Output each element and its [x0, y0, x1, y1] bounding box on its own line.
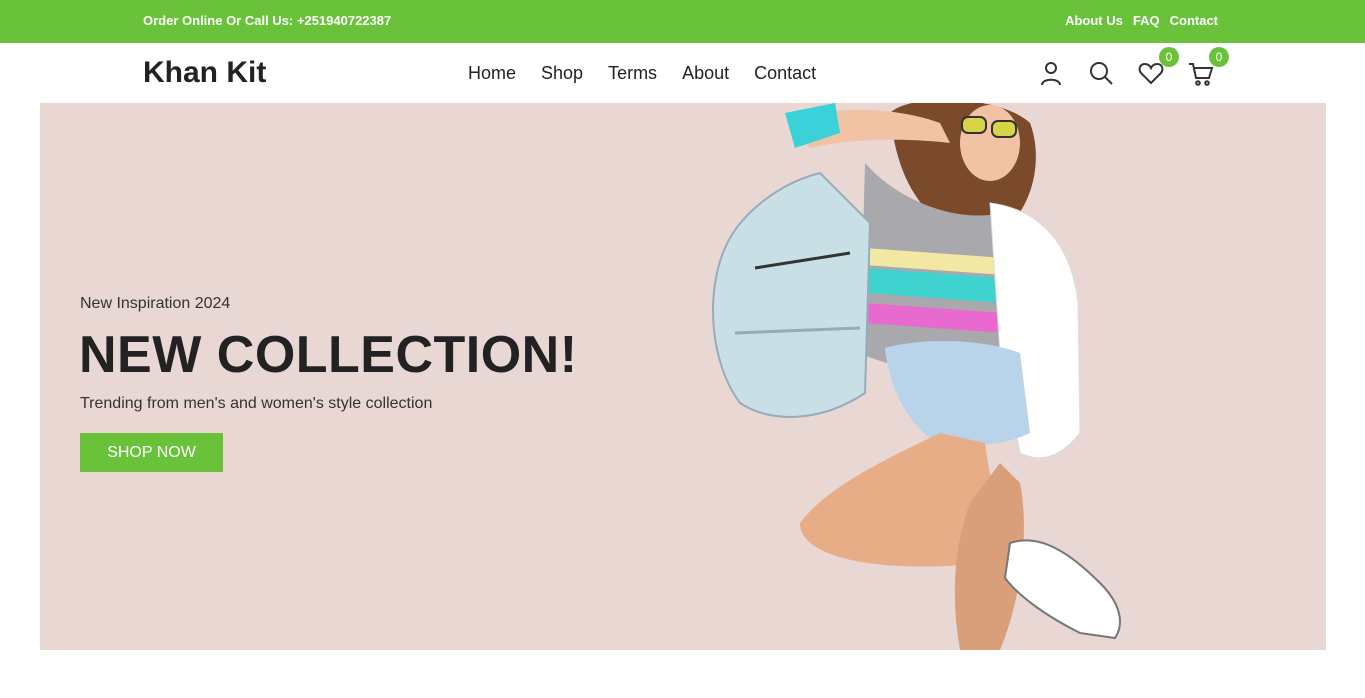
site-header: Khan Kit Home Shop Terms About Contact 0	[0, 43, 1365, 103]
nav-contact[interactable]: Contact	[754, 63, 816, 84]
wishlist-count-badge: 0	[1159, 47, 1179, 67]
top-link-contact[interactable]: Contact	[1170, 13, 1218, 28]
header-icons: 0 0	[1037, 47, 1237, 91]
nav-shop[interactable]: Shop	[541, 63, 583, 84]
nav-about[interactable]: About	[682, 63, 729, 84]
top-link-about-us[interactable]: About Us	[1065, 13, 1123, 28]
search-icon[interactable]	[1087, 59, 1115, 87]
hero-model-image	[712, 103, 1121, 650]
top-bar: Order Online Or Call Us: +251940722387 A…	[0, 0, 1365, 43]
cart-icon[interactable]: 0	[1187, 47, 1229, 87]
hero-headline: NEW COLLECTION!	[79, 326, 578, 384]
nav-terms[interactable]: Terms	[608, 63, 657, 84]
cart-count-badge: 0	[1209, 47, 1229, 67]
shop-now-button[interactable]: SHOP NOW	[80, 433, 223, 472]
top-link-faq[interactable]: FAQ	[1133, 13, 1160, 28]
heart-icon[interactable]: 0	[1137, 47, 1179, 87]
top-links: About Us FAQ Contact	[1065, 13, 1218, 28]
hero-kicker: New Inspiration 2024	[80, 295, 231, 312]
user-icon[interactable]	[1037, 59, 1065, 87]
site-logo[interactable]: Khan Kit	[143, 56, 266, 90]
hero-banner: New Inspiration 2024 NEW COLLECTION! Tre…	[40, 103, 1326, 650]
hero-subtitle: Trending from men's and women's style co…	[80, 395, 433, 412]
main-nav: Home Shop Terms About Contact	[468, 63, 816, 84]
nav-home[interactable]: Home	[468, 63, 516, 84]
order-phone-text: Order Online Or Call Us: +251940722387	[143, 13, 392, 28]
